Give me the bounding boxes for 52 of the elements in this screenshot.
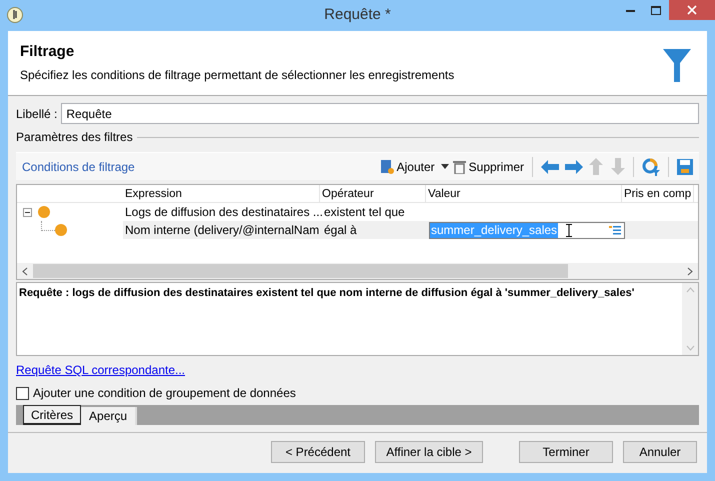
scroll-right-icon[interactable] <box>687 266 693 276</box>
table-cell-text: existent tel que <box>323 204 406 221</box>
window-title: Requête * <box>324 5 391 26</box>
add-button[interactable]: Ajouter <box>380 158 435 176</box>
scroll-up-icon <box>686 287 694 293</box>
label-input[interactable]: Requête <box>61 103 699 124</box>
table-cell-text: Logs de diffusion des destinataires ... <box>124 204 322 221</box>
dropdown-icon[interactable] <box>440 164 449 169</box>
sql-query-link[interactable]: Requête SQL correspondante... <box>16 361 185 379</box>
grouping-checkbox[interactable] <box>16 386 29 400</box>
scroll-left-icon[interactable] <box>22 266 28 276</box>
minimize-icon <box>626 8 634 12</box>
trash-icon <box>452 159 466 174</box>
wizard-button[interactable]: Annuler <box>623 441 697 463</box>
wizard-button[interactable]: Terminer <box>519 441 613 463</box>
wizard-button[interactable]: < Précédent <box>271 441 365 463</box>
column-header[interactable]: Expression <box>123 185 320 202</box>
vertical-scrollbar[interactable] <box>682 283 698 355</box>
toolbar-title: Conditions de filtrage <box>22 158 136 176</box>
selected-row[interactable]: Nom interne (delivery/@internalNam égal à summer_delivery_sales <box>123 221 698 239</box>
query-summary: Requête : logs de diffusion des destinataires existent tel que nom interne de diffusion égal à 'summer_delivery_sales' <box>18 286 636 301</box>
wizard-button[interactable]: Affiner la cible > <box>375 441 483 463</box>
column-header[interactable]: Pris en comp <box>622 185 694 202</box>
text-cursor-icon <box>566 224 572 236</box>
column-header[interactable]: Opérateur <box>320 185 426 202</box>
filter-icon <box>663 49 691 82</box>
left-arrow-icon[interactable] <box>541 160 559 174</box>
right-arrow-icon[interactable] <box>565 160 583 174</box>
scroll-down-icon <box>686 345 694 351</box>
table-cell-text: égal à <box>323 222 358 239</box>
field-label: Libellé : <box>16 106 58 122</box>
table-row[interactable]: Logs de diffusion des destinataires ...existent tel que <box>123 203 698 221</box>
tab[interactable]: Aperçu <box>81 407 138 425</box>
save-icon[interactable] <box>677 158 693 174</box>
checkbox-label: Ajouter une condition de groupement de données <box>33 385 296 402</box>
condition-icon <box>55 224 67 236</box>
page-heading: Filtrage <box>20 42 76 62</box>
section-title: Paramètres des filtres <box>16 129 133 146</box>
list-edit-icon[interactable] <box>609 225 621 235</box>
maximize-icon <box>651 6 661 14</box>
page-description: Spécifiez les conditions de filtrage permettant de sélectionner les enregistrements <box>20 66 456 84</box>
close-button[interactable] <box>669 0 715 20</box>
table-cell-text: Nom interne (delivery/@internalNam <box>124 222 320 239</box>
add-icon <box>380 158 394 174</box>
tab[interactable]: Critères <box>23 405 82 425</box>
chart-filter-icon[interactable] <box>642 158 660 176</box>
app-icon <box>6 6 24 24</box>
collapse-icon[interactable] <box>23 208 32 216</box>
close-icon <box>687 5 697 15</box>
condition-icon <box>38 206 50 218</box>
column-header[interactable]: Valeur <box>426 185 622 202</box>
delete-button[interactable]: Supprimer <box>452 158 524 176</box>
